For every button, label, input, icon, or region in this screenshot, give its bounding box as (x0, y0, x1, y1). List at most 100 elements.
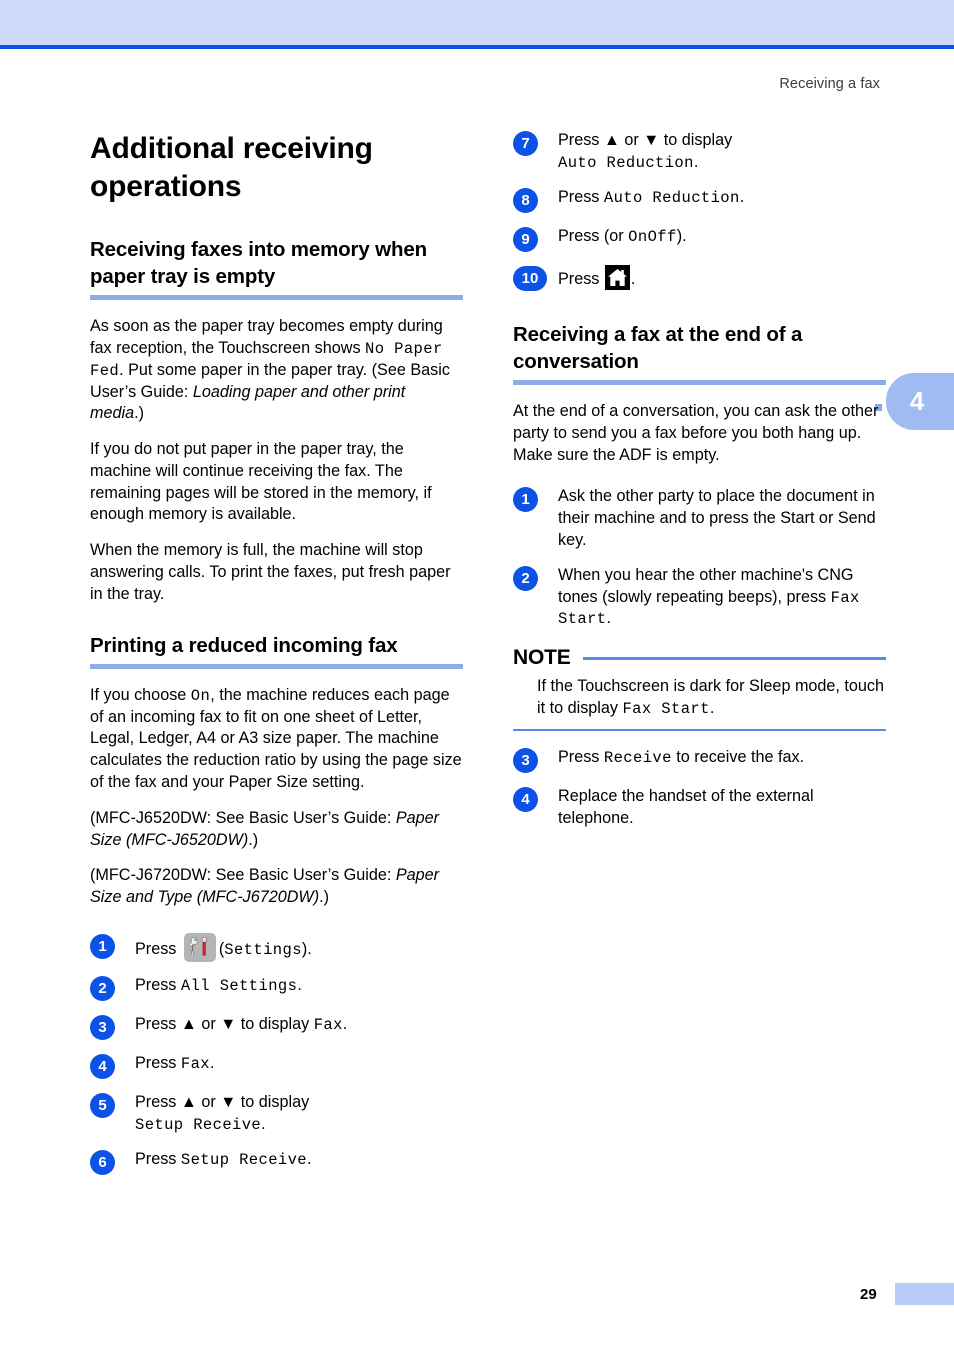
step-text: Press Auto Reduction. (558, 187, 886, 209)
note-text: If the Touchscreen is dark for Sleep mod… (513, 676, 886, 720)
paragraph-memory-full: When the memory is full, the machine wil… (90, 541, 451, 603)
lcd-text: Setup Receive (180, 1150, 308, 1169)
procedure-step: 5 Press ▲ or ▼ to display Setup Receive. (90, 1092, 463, 1136)
procedure-steps-continued: 7 Press ▲ or ▼ to display Auto Reduction. 8… (513, 130, 886, 291)
text-fragment: ). (301, 939, 312, 958)
lcd-text: On (628, 227, 648, 246)
paragraph-ref-j6520dw: (MFC-J6520DW: See Basic User’s Guide: Pa… (90, 808, 463, 852)
text-fragment: to receive the fax. (671, 748, 805, 767)
procedure-step: 4 Press Fax. (90, 1053, 463, 1079)
note-header-rule (582, 657, 886, 660)
text-fragment: Press (558, 226, 604, 245)
step-text: Press ▲ or ▼ to display Fax. (135, 1014, 463, 1036)
chapter-tab: 4 (886, 373, 954, 430)
procedure-step: 3 Press Receive to receive the fax. (513, 747, 886, 774)
step-text: Press ▲ or ▼ to display Setup Receive. (135, 1092, 463, 1136)
step-number-badge: 8 (513, 187, 538, 213)
procedure-step: 10 Press . (513, 264, 886, 291)
section-heading-rule (90, 663, 463, 669)
step-text: Ask the other party to place the documen… (558, 486, 886, 551)
procedure-step: 1 Ask the other party to place the docume… (513, 486, 886, 551)
text-fragment: Press ▲ or ▼ to display (135, 1092, 310, 1111)
text-fragment: . (739, 187, 745, 206)
procedure-step: 2 When you hear the other machine's CNG t… (513, 565, 886, 630)
footer-accent-bar (895, 1283, 954, 1305)
procedure-step: 8 Press Auto Reduction. (513, 187, 886, 213)
text-fragment: Press ▲ or ▼ to display (558, 131, 733, 149)
procedure-step: 2 Press All Settings. (90, 975, 463, 1001)
section-heading-rule (513, 380, 886, 386)
note-label: NOTE (513, 646, 571, 670)
paragraph-ref-j6720dw: (MFC-J6720DW: See Basic User’s Guide: Pa… (90, 865, 463, 909)
settings-icon[interactable] (183, 932, 216, 962)
step-text: Press . (558, 264, 886, 291)
text-fragment: . (261, 1114, 266, 1133)
text-fragment: . (210, 1053, 215, 1072)
note-bottom-rule (513, 728, 886, 732)
lcd-text: Setup Receive (135, 1115, 262, 1134)
running-head: Receiving a fax (779, 76, 880, 92)
step-number-badge: 4 (513, 787, 538, 813)
step-number-badge: 5 (90, 1092, 115, 1118)
note-header: NOTE (513, 646, 886, 670)
procedure-step: 7 Press ▲ or ▼ to display Auto Reduction. (513, 130, 886, 174)
text-fragment: .) (248, 830, 259, 849)
lcd-text-on: On (190, 686, 211, 705)
lcd-text: Auto Reduction (558, 153, 694, 172)
procedure-steps-left: 1 Press (Settings). 2 Press All Settings. 3 P… (90, 932, 463, 1175)
text-fragment: . (307, 1149, 312, 1168)
step-text: Press (Settings). (135, 932, 463, 962)
text-fragment: Press (558, 187, 604, 206)
text-fragment: . (693, 152, 699, 171)
text-fragment: Press (135, 1149, 181, 1168)
procedure-steps-conversation-a: 1 Ask the other party to place the docume… (513, 486, 886, 630)
text-fragment: (or (603, 226, 629, 245)
lcd-text-fax-start: Fax Start (622, 700, 710, 719)
step-number-badge: 10 (513, 265, 547, 291)
section-heading-receiving-fax-end-of-conversation: Receiving a fax at the end of a conversa… (513, 322, 803, 373)
text-fragment: Press (558, 269, 604, 288)
step-text: Press (or OnOff). (558, 226, 886, 248)
page-number: 29 (860, 1286, 877, 1303)
step-number-badge: 3 (513, 748, 538, 774)
step-text: Press Fax. (135, 1053, 463, 1075)
paragraph-no-paper-behavior: If you do not put paper in the paper tra… (90, 440, 432, 524)
step-number-badge: 1 (513, 487, 538, 513)
step-number-badge: 9 (513, 226, 538, 252)
text-fragment: . (297, 975, 302, 994)
text-fragment: . (342, 1014, 348, 1033)
section-heading-receiving-faxes-into-memory: Receiving faxes into memory when paper t… (90, 237, 427, 288)
procedure-step: 6 Press Setup Receive. (90, 1149, 463, 1175)
page-top-banner (0, 0, 954, 45)
text-fragment: .) (319, 888, 329, 907)
text-fragment: Press (135, 1053, 181, 1072)
step-text: When you hear the other machine's CNG to… (558, 565, 886, 630)
lcd-text: Receive (603, 749, 672, 768)
right-column: 7 Press ▲ or ▼ to display Auto Reduction. 8… (513, 130, 886, 830)
text-fragment: . (606, 609, 612, 628)
text-fragment: If you choose (90, 685, 191, 704)
step-text: Press Setup Receive. (135, 1149, 463, 1171)
procedure-step: 1 Press (Settings). (90, 932, 463, 962)
text-fragment: Press (135, 939, 181, 958)
step-text: Replace the handset of the external tele… (558, 786, 886, 830)
lcd-text: Auto Reduction (603, 188, 740, 207)
step-number-badge: 1 (90, 933, 115, 959)
home-icon[interactable] (604, 264, 630, 290)
text-fragment: Press ▲ or ▼ to display (135, 1014, 314, 1033)
text-fragment: ). (676, 226, 687, 245)
text-fragment: Press (558, 748, 604, 767)
text-fragment: (MFC-J6520DW: See Basic User’s Guide: (90, 808, 396, 827)
note-block: NOTE If the Touchscreen is dark for Slee… (513, 646, 886, 732)
step-number-badge: 4 (90, 1053, 115, 1079)
step-number-badge: 6 (90, 1149, 115, 1175)
step-number-badge: 3 (90, 1014, 115, 1040)
procedure-step: 9 Press (or OnOff). (513, 226, 886, 252)
text-fragment: When you hear the other machine's CNG to… (558, 565, 854, 606)
page-top-rule (0, 45, 954, 49)
step-number-badge: 2 (90, 975, 115, 1001)
text-fragment: . (709, 699, 715, 718)
step-text: Press ▲ or ▼ to display Auto Reduction. (558, 130, 886, 174)
step-number-badge: 7 (513, 131, 538, 156)
paragraph-no-paper-fed: As soon as the paper tray becomes empty … (90, 316, 463, 425)
